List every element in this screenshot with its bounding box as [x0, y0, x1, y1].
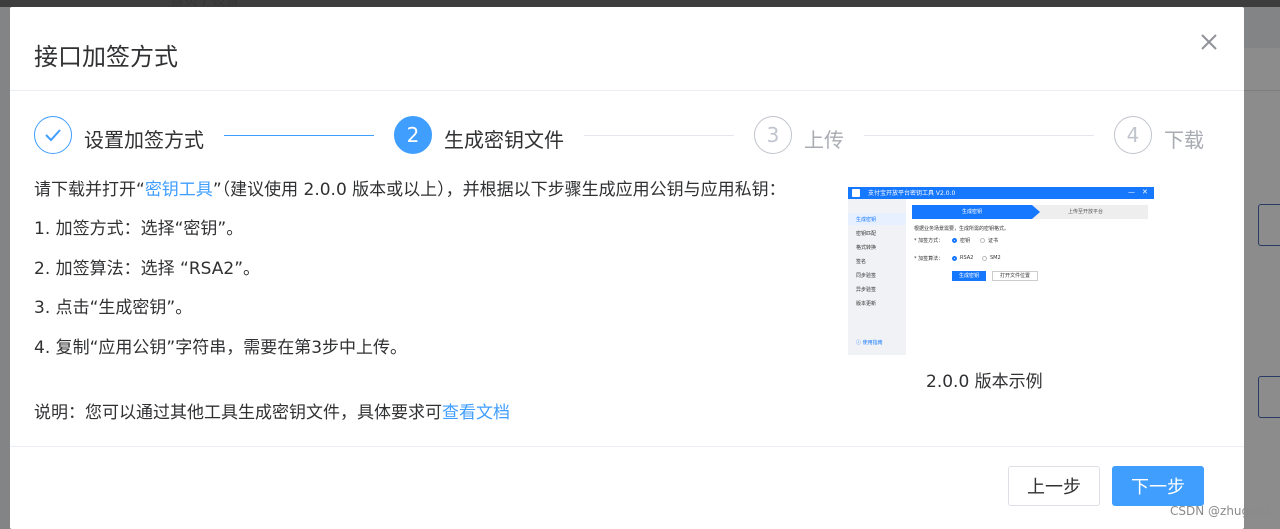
intro-suffix: ”（建议使用 2.0.0 版本或以上），并根据以下步骤生成应用公钥与应用私钥： [212, 180, 786, 200]
header-divider [10, 90, 1244, 91]
signing-method-dialog: 接口加签方式 设置加签方式 2 生成密钥文件 3 上传 4 下载 请下载并打开“… [10, 7, 1244, 529]
example-help-link: ⓘ 使用指南 [856, 340, 883, 346]
step-4-label: 下载 [1164, 128, 1204, 152]
example-radio-cert [980, 238, 985, 243]
example-sidebar-item: 同步验签 [856, 273, 877, 279]
example-open-location-button: 打开文件位置 [992, 271, 1038, 281]
close-button[interactable] [1198, 31, 1220, 53]
example-sidebar-item: 签名 [856, 259, 867, 265]
example-sidebar-item: 异步验签 [856, 287, 877, 293]
example-radio-rsa2 [952, 256, 957, 261]
example-screenshot: 支付宝开放平台密钥工具 V2.0.0 — ✕ 生成密钥 密钥匹配 格式转换 签名… [848, 187, 1154, 355]
step-2-label: 生成密钥文件 [444, 128, 564, 152]
note-prefix: 说明：您可以通过其他工具生成密钥文件，具体要求可 [34, 403, 442, 423]
step-3-label: 上传 [804, 128, 844, 152]
step-3-connector [864, 135, 1094, 136]
example-window-title: 支付宝开放平台密钥工具 V2.0.0 [868, 190, 956, 197]
example-hint: 根据业务场景需要，生成所需的密钥格式。 [914, 226, 1010, 232]
watermark: CSDN @zhugedz [1170, 504, 1271, 518]
view-docs-link[interactable]: 查看文档 [442, 403, 510, 423]
step-1-connector [224, 135, 374, 136]
key-tool-link[interactable]: 密钥工具 [145, 180, 213, 200]
step-1-circle [34, 116, 72, 154]
example-sidebar-item: 版本更新 [856, 301, 877, 307]
instruction-1: 1. 加签方式：选择“密钥”。 [34, 219, 244, 239]
example-option-rsa2: RSA2 [960, 255, 974, 261]
example-sidebar-item: 格式转换 [856, 245, 877, 251]
next-step-button[interactable]: 下一步 [1112, 466, 1204, 506]
step-3-circle: 3 [754, 116, 792, 154]
example-radio-sm2 [982, 256, 987, 261]
step-4-circle: 4 [1114, 116, 1152, 154]
example-algo-label: * 加签算法： [914, 256, 944, 262]
prev-step-button[interactable]: 上一步 [1008, 466, 1100, 506]
example-radio-key [952, 238, 957, 243]
step-2-connector [584, 135, 734, 136]
step-1-label: 设置加签方式 [84, 128, 204, 152]
example-sidebar-item: 生成密钥 [856, 217, 877, 223]
example-caption: 2.0.0 版本示例 [926, 372, 1043, 392]
intro-prefix: 请下载并打开“ [34, 180, 145, 200]
example-tab-generate: 生成密钥 [962, 209, 983, 215]
note-text: 说明：您可以通过其他工具生成密钥文件，具体要求可查看文档 [34, 398, 510, 423]
step-2-circle: 2 [394, 116, 432, 154]
example-option-key: 密钥 [960, 238, 971, 244]
example-tab-upload: 上传至开放平台 [1068, 209, 1104, 215]
example-sidebar-item: 密钥匹配 [856, 231, 877, 237]
example-option-cert: 证书 [988, 238, 999, 244]
example-generate-button: 生成密钥 [952, 271, 986, 281]
close-icon [1201, 34, 1217, 50]
instruction-4: 4. 复制“应用公钥”字符串，需要在第3步中上传。 [34, 338, 408, 358]
example-close-icon: ✕ [1142, 188, 1148, 196]
example-minimize-icon: — [1128, 188, 1135, 196]
example-option-sm2: SM2 [990, 255, 1001, 261]
dialog-title: 接口加签方式 [34, 43, 178, 71]
instruction-2: 2. 加签算法：选择 “RSA2”。 [34, 259, 261, 279]
footer-divider [10, 446, 1244, 447]
example-sidebar: 生成密钥 密钥匹配 格式转换 签名 同步验签 异步验签 版本更新 [848, 199, 906, 355]
intro-text: 请下载并打开“密钥工具”（建议使用 2.0.0 版本或以上），并根据以下步骤生成… [34, 175, 786, 200]
instruction-3: 3. 点击“生成密钥”。 [34, 298, 193, 318]
example-app-logo-icon [852, 189, 860, 197]
check-icon [45, 129, 61, 142]
example-method-label: * 加签方式： [914, 238, 944, 244]
